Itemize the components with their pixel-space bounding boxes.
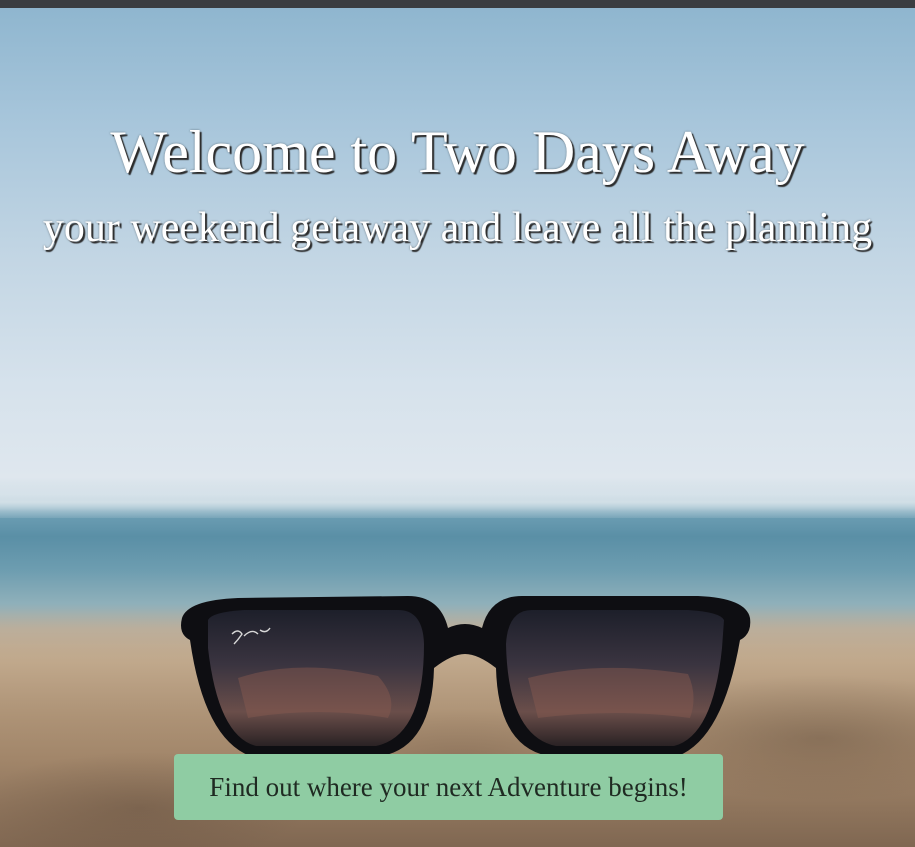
- top-bar: [0, 0, 915, 8]
- page-title: Welcome to Two Days Away: [110, 119, 805, 185]
- find-adventure-button[interactable]: Find out where your next Adventure begin…: [174, 754, 723, 820]
- sunglasses-image: [181, 596, 751, 756]
- page-subtitle: your weekend getaway and leave all the p…: [42, 205, 873, 251]
- hero-section: Welcome to Two Days Away your weekend ge…: [0, 8, 915, 847]
- horizon-haze: [0, 478, 915, 518]
- landing-page: Welcome to Two Days Away your weekend ge…: [0, 0, 915, 847]
